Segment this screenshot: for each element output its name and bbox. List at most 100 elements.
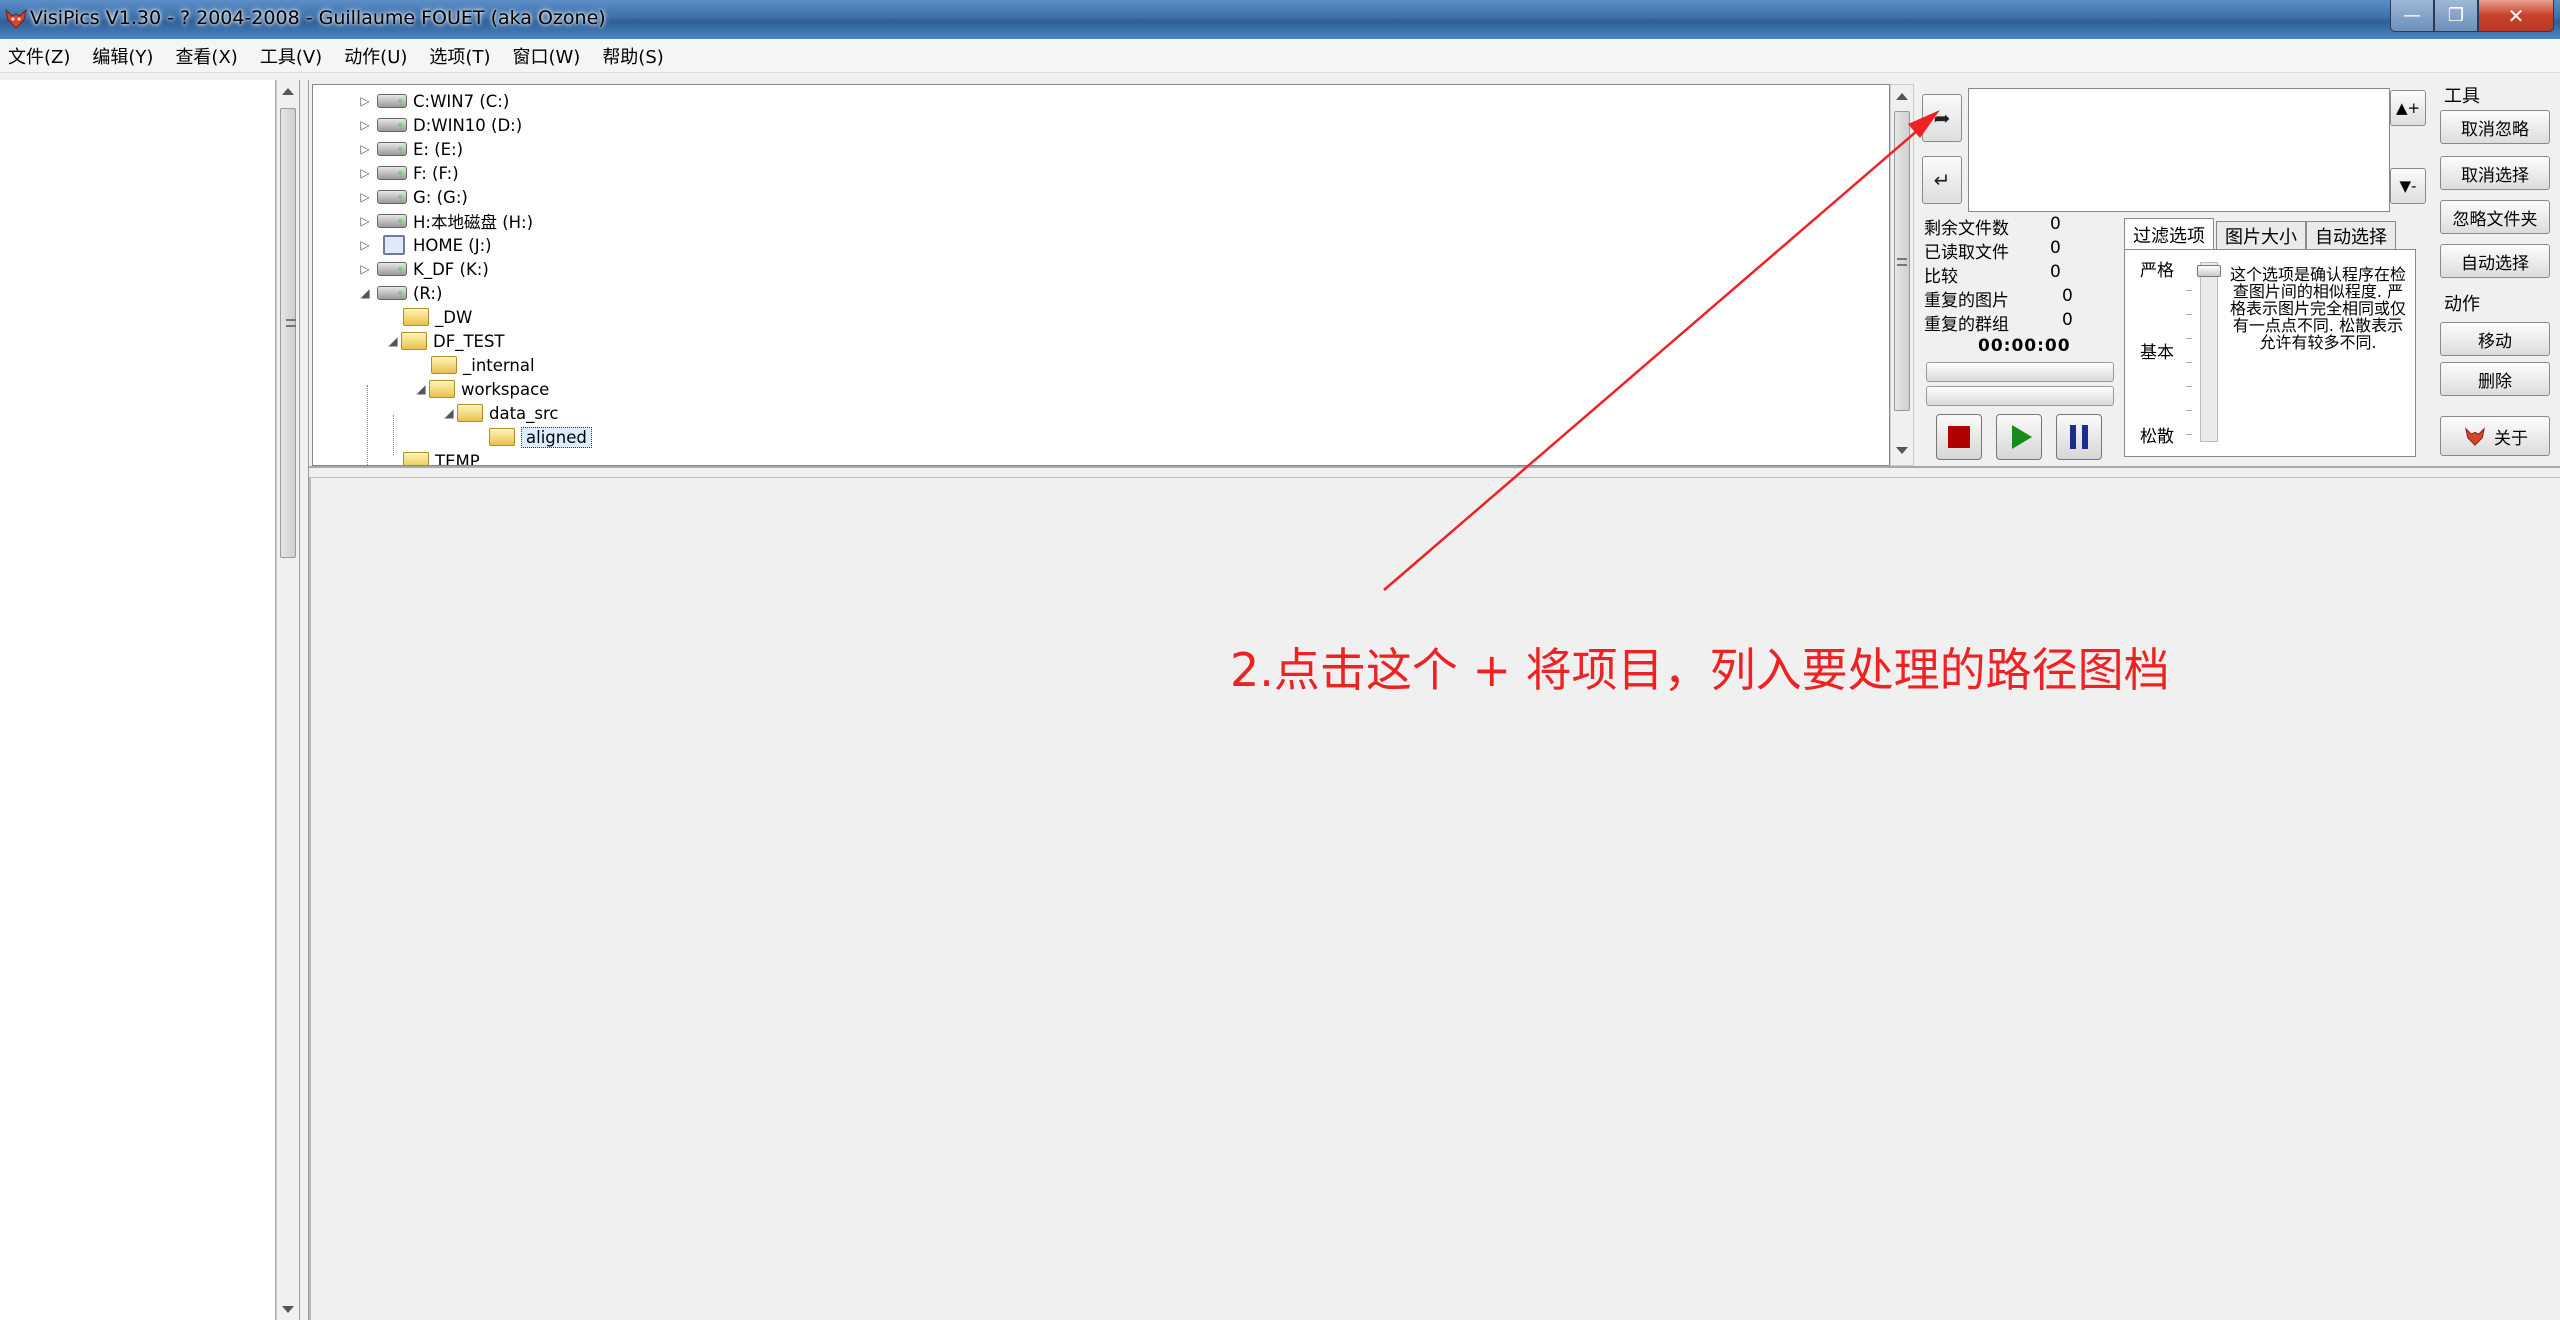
- tree-item-label: (R:): [413, 283, 443, 303]
- slider-tick: [2186, 290, 2192, 291]
- unignore-button[interactable]: 取消忽略: [2440, 110, 2550, 144]
- tree-scrollbar[interactable]: [1890, 84, 1914, 466]
- expand-icon[interactable]: ▷: [357, 214, 373, 228]
- delete-button[interactable]: 删除: [2440, 362, 2550, 396]
- collapse-icon[interactable]: ◢: [441, 406, 457, 420]
- compare-label: 比较: [1924, 267, 1958, 287]
- menu-actions[interactable]: 动作(U): [344, 43, 407, 69]
- slider-tick: [2186, 410, 2192, 411]
- drive-icon: [377, 262, 407, 276]
- about-button[interactable]: 关于: [2440, 416, 2550, 456]
- menu-file[interactable]: 文件(Z): [8, 43, 70, 69]
- drive-icon: [377, 214, 407, 228]
- tree-scroll-thumb[interactable]: [1894, 111, 1910, 411]
- remove-folder-button[interactable]: ▼-: [2390, 168, 2426, 204]
- left-scrollbar[interactable]: [276, 80, 298, 1320]
- tree-item-drive-k[interactable]: ▷ K_DF (K:): [357, 257, 489, 281]
- collapse-icon[interactable]: ◢: [413, 382, 429, 396]
- left-results-panel[interactable]: [0, 80, 276, 1320]
- auto-select-button[interactable]: 自动选择: [2440, 244, 2550, 278]
- tree-item-drive-c[interactable]: ▷ C:WIN7 (C:): [357, 89, 509, 113]
- folder-tree[interactable]: ▷ C:WIN7 (C:) ▷ D:WIN10 (D:) ▷ E: (E:) ▷…: [312, 84, 1890, 466]
- add-path-button[interactable]: ➦: [1922, 94, 1962, 142]
- tree-item-drive-h[interactable]: ▷ H:本地磁盘 (H:): [357, 209, 533, 233]
- menu-edit[interactable]: 编辑(Y): [92, 43, 153, 69]
- menu-tools[interactable]: 工具(V): [260, 43, 322, 69]
- tree-item-drive-j[interactable]: ▷ HOME (J:): [357, 233, 492, 257]
- expand-icon[interactable]: ▷: [357, 262, 373, 276]
- scroll-up-icon[interactable]: [1896, 93, 1908, 100]
- tab-filter-options[interactable]: 过滤选项: [2124, 218, 2214, 250]
- filter-slider-track[interactable]: [2200, 262, 2218, 442]
- path-list[interactable]: [1968, 88, 2390, 212]
- left-scroll-thumb[interactable]: [280, 108, 296, 558]
- stop-icon: [1948, 426, 1970, 448]
- tree-item-drive-r[interactable]: ◢ (R:): [357, 281, 442, 305]
- filter-slider-thumb[interactable]: [2197, 265, 2221, 277]
- move-button[interactable]: 移动: [2440, 322, 2550, 356]
- drive-icon: [377, 286, 407, 300]
- tree-item-folder-aligned[interactable]: aligned: [489, 425, 592, 449]
- play-button[interactable]: [1996, 414, 2042, 460]
- expand-icon[interactable]: ▷: [357, 94, 373, 108]
- tree-item-drive-d[interactable]: ▷ D:WIN10 (D:): [357, 113, 522, 137]
- menu-help[interactable]: 帮助(S): [602, 43, 663, 69]
- vertical-splitter[interactable]: [299, 80, 309, 1320]
- maximize-icon: ❐: [2447, 5, 2465, 26]
- duplicate-images-label: 重复的图片: [1924, 291, 2009, 311]
- loaded-files-value: 0: [2050, 238, 2061, 258]
- tree-item-label: _internal: [463, 355, 535, 375]
- tree-item-label: data_src: [489, 403, 559, 423]
- collapse-icon[interactable]: ◢: [385, 334, 401, 348]
- level-strict-label: 严格: [2140, 261, 2174, 281]
- menu-options[interactable]: 选项(T): [429, 43, 490, 69]
- tree-item-label: K_DF (K:): [413, 259, 489, 279]
- tree-item-label: DF_TEST: [433, 331, 505, 351]
- stop-button[interactable]: [1936, 414, 1982, 460]
- duplicate-groups-value: 0: [2062, 310, 2073, 330]
- ignore-folder-button[interactable]: 忽略文件夹: [2440, 200, 2550, 234]
- expand-icon[interactable]: ▷: [357, 238, 373, 252]
- tools-group-label: 工具: [2444, 86, 2480, 107]
- close-button[interactable]: ✕: [2478, 0, 2554, 32]
- tree-item-folder-internal[interactable]: _internal: [431, 353, 535, 377]
- add-folder-button[interactable]: ▲+: [2390, 90, 2426, 126]
- expand-icon[interactable]: ▷: [357, 142, 373, 156]
- filter-description: 这个选项是确认程序在检查图片间的相似程度. 严格表示图片完全相同或仅有一点点不同…: [2229, 265, 2406, 352]
- about-label: 关于: [2494, 428, 2528, 449]
- remove-path-button[interactable]: ↵: [1922, 156, 1962, 204]
- remaining-files-label: 剩余文件数: [1924, 219, 2009, 239]
- thumbnail-area[interactable]: [309, 478, 2560, 1320]
- tree-item-drive-g[interactable]: ▷ G: (G:): [357, 185, 467, 209]
- scroll-down-icon[interactable]: [1896, 447, 1908, 454]
- expand-icon[interactable]: ▷: [357, 166, 373, 180]
- tree-item-label-selected: aligned: [521, 426, 592, 448]
- tab-auto-select[interactable]: 自动选择: [2306, 221, 2396, 249]
- scroll-up-icon[interactable]: [282, 88, 294, 95]
- expand-icon[interactable]: ▷: [357, 118, 373, 132]
- timer: 00:00:00: [1978, 336, 2071, 356]
- tree-item-folder-workspace[interactable]: ◢ workspace: [413, 377, 549, 401]
- scroll-down-icon[interactable]: [282, 1306, 294, 1313]
- pause-button[interactable]: [2056, 414, 2102, 460]
- horizontal-splitter[interactable]: [309, 466, 2560, 478]
- unselect-button[interactable]: 取消选择: [2440, 156, 2550, 190]
- collapse-icon[interactable]: ◢: [357, 286, 373, 300]
- expand-icon[interactable]: ▷: [357, 190, 373, 204]
- tree-item-label: D:WIN10 (D:): [413, 115, 523, 135]
- tree-item-folder-temp[interactable]: TEMP: [403, 449, 480, 465]
- progress-bar-load: [1926, 362, 2114, 382]
- tree-item-folder-data-src[interactable]: ◢ data_src: [441, 401, 559, 425]
- tree-item-drive-e[interactable]: ▷ E: (E:): [357, 137, 463, 161]
- menu-view[interactable]: 查看(X): [175, 43, 237, 69]
- minimize-button[interactable]: —: [2390, 0, 2434, 32]
- grip-icon: [286, 319, 296, 327]
- tree-item-folder-dw[interactable]: _DW: [403, 305, 472, 329]
- menu-window[interactable]: 窗口(W): [512, 43, 580, 69]
- pause-icon: [2070, 425, 2088, 449]
- folder-open-icon: [429, 380, 455, 398]
- maximize-button[interactable]: ❐: [2434, 0, 2478, 32]
- tree-item-drive-f[interactable]: ▷ F: (F:): [357, 161, 458, 185]
- tree-item-folder-df-test[interactable]: ◢ DF_TEST: [385, 329, 505, 353]
- tab-image-size[interactable]: 图片大小: [2216, 221, 2306, 249]
